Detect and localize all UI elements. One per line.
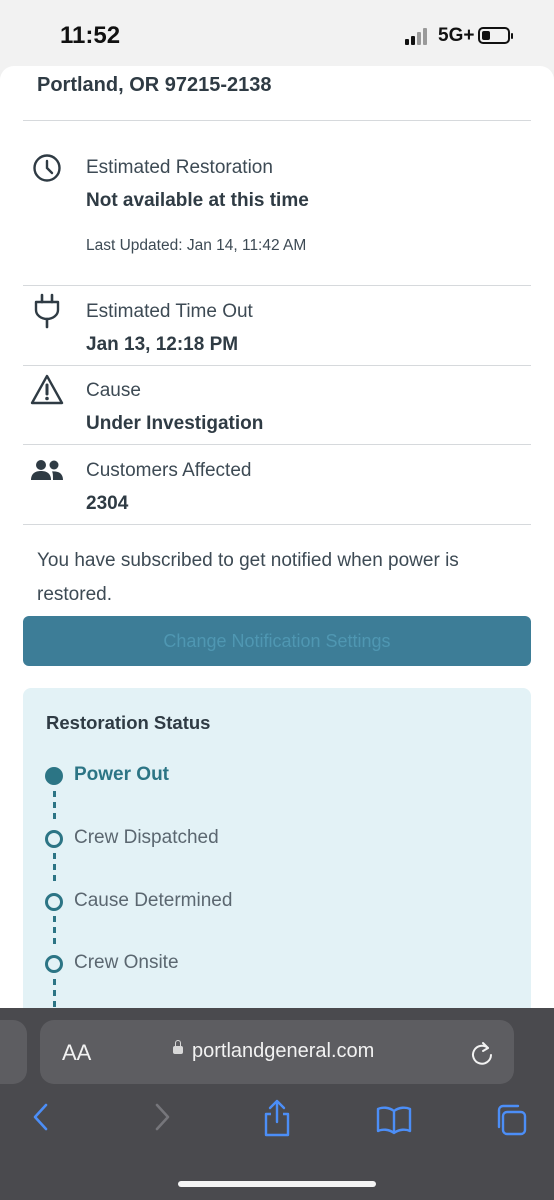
address: Portland, OR 97215-2138 bbox=[37, 74, 272, 96]
step-power-out: Power Out bbox=[74, 764, 170, 785]
cause-label: Cause bbox=[86, 380, 141, 401]
browser-chrome: AA portlandgeneral.com bbox=[0, 1008, 554, 1200]
timeline-dash bbox=[53, 927, 56, 933]
cause-value: Under Investigation bbox=[86, 413, 264, 434]
tabs-icon[interactable] bbox=[494, 1103, 528, 1137]
last-updated: Last Updated: Jan 14, 11:42 AM bbox=[86, 237, 307, 254]
subscription-notice: You have subscribed to get notified when… bbox=[37, 550, 459, 605]
timeline-dash bbox=[53, 853, 56, 859]
outage-details-page: Portland, OR 97215-2138 Estimated Restor… bbox=[0, 66, 554, 1026]
reload-icon[interactable] bbox=[470, 1040, 494, 1066]
timeline-dash bbox=[53, 802, 56, 808]
timeline-dash bbox=[53, 916, 56, 922]
restoration-status-card: Restoration Status Power Out Crew Dispat… bbox=[23, 688, 531, 1026]
time-out-label: Estimated Time Out bbox=[86, 301, 253, 322]
divider bbox=[23, 120, 531, 121]
step-dot bbox=[45, 830, 63, 848]
previous-tab[interactable] bbox=[0, 1020, 27, 1084]
people-icon bbox=[31, 460, 63, 480]
restoration-status-title: Restoration Status bbox=[46, 712, 211, 733]
timeline-dash bbox=[53, 791, 56, 797]
url-text[interactable]: portlandgeneral.com bbox=[192, 1040, 374, 1063]
restoration-value: Not available at this time bbox=[86, 190, 309, 211]
battery-icon bbox=[478, 27, 513, 44]
divider bbox=[23, 524, 531, 525]
forward-icon[interactable] bbox=[152, 1103, 172, 1131]
lock-icon bbox=[173, 1040, 183, 1054]
timeline-dash bbox=[53, 875, 56, 881]
clock-icon bbox=[33, 154, 61, 182]
customers-value: 2304 bbox=[86, 493, 129, 514]
warning-icon bbox=[30, 374, 64, 405]
change-notification-settings-button[interactable]: Change Notification Settings bbox=[23, 616, 531, 666]
home-indicator[interactable] bbox=[178, 1181, 376, 1187]
step-dot bbox=[45, 893, 63, 911]
step-crew-onsite: Crew Onsite bbox=[74, 952, 179, 973]
step-dot-active bbox=[45, 767, 63, 785]
divider bbox=[23, 444, 531, 445]
signal-icon bbox=[405, 27, 433, 45]
step-cause-determined: Cause Determined bbox=[74, 890, 233, 911]
share-icon[interactable] bbox=[261, 1098, 293, 1138]
time-out-value: Jan 13, 12:18 PM bbox=[86, 334, 239, 355]
address-bar[interactable]: AA portlandgeneral.com bbox=[40, 1020, 514, 1084]
timeline-dash bbox=[53, 979, 56, 985]
customers-label: Customers Affected bbox=[86, 460, 252, 481]
network-label: 5G+ bbox=[438, 25, 475, 46]
step-crew-dispatched: Crew Dispatched bbox=[74, 827, 219, 848]
timeline-dash bbox=[53, 864, 56, 870]
divider bbox=[23, 365, 531, 366]
plug-icon bbox=[34, 293, 60, 329]
timeline-dash bbox=[53, 813, 56, 819]
status-bar: 11:52 5G+ bbox=[0, 0, 554, 70]
bookmarks-icon[interactable] bbox=[376, 1105, 412, 1135]
status-time: 11:52 bbox=[60, 22, 121, 49]
divider bbox=[23, 285, 531, 286]
timeline-dash bbox=[53, 1001, 56, 1007]
timeline-dash bbox=[53, 938, 56, 944]
timeline-dash bbox=[53, 990, 56, 996]
text-size-button[interactable]: AA bbox=[62, 1040, 91, 1066]
step-dot bbox=[45, 955, 63, 973]
back-icon[interactable] bbox=[31, 1103, 51, 1131]
restoration-label: Estimated Restoration bbox=[86, 157, 273, 178]
